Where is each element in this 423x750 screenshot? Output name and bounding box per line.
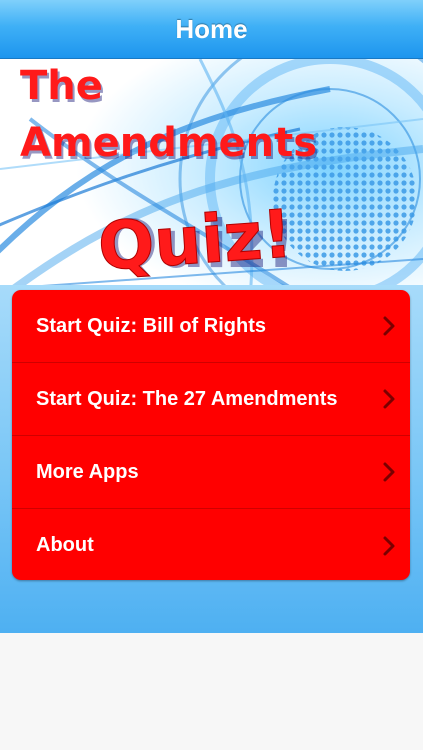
chevron-right-icon [383,389,395,409]
bottom-empty-area [0,633,423,750]
chevron-right-icon [383,462,395,482]
menu-item-about[interactable]: About [12,509,410,580]
menu-item-bill-of-rights[interactable]: Start Quiz: Bill of Rights [12,290,410,363]
banner-title-line2: Amendments [20,120,317,166]
banner-artwork: The The Amendments Amendments Quiz! Quiz… [0,59,423,299]
menu-item-label: More Apps [36,460,139,483]
menu-item-label: Start Quiz: Bill of Rights [36,314,266,337]
quiz-banner-image: The The Amendments Amendments Quiz! Quiz… [0,59,423,299]
main-menu: Start Quiz: Bill of Rights Start Quiz: T… [12,290,410,580]
menu-item-27-amendments[interactable]: Start Quiz: The 27 Amendments [12,363,410,436]
page-title: Home [175,13,248,44]
banner-quiz-text: Quiz! [96,195,295,285]
menu-item-label: Start Quiz: The 27 Amendments [36,387,338,410]
chevron-right-icon [383,316,395,336]
navigation-bar: Home [0,0,423,59]
chevron-right-icon [383,536,395,555]
banner-title-line1: The [20,63,103,109]
menu-item-label: About [36,534,94,556]
menu-item-more-apps[interactable]: More Apps [12,436,410,509]
